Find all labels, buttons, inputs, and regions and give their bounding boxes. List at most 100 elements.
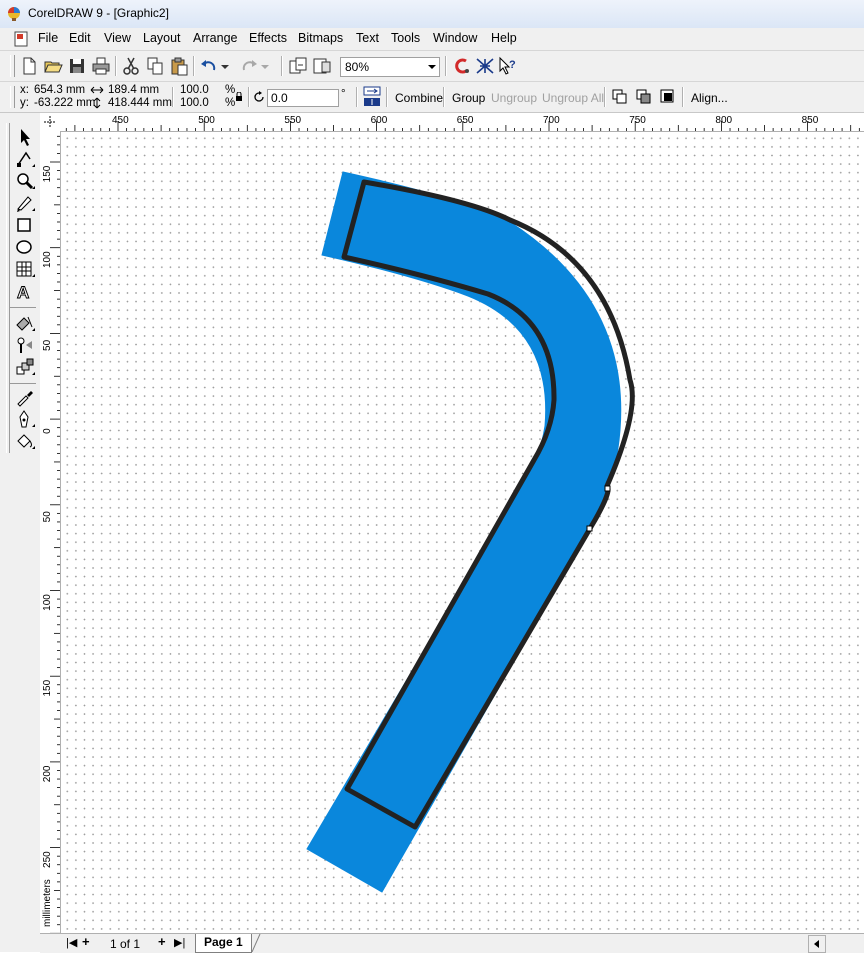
horizontal-ruler[interactable]: 450 500 550 600 650 700 750 800 850 bbox=[60, 113, 864, 132]
vertical-ruler[interactable]: 150 100 50 0 50 100 150 200 250 millimeters bbox=[40, 131, 61, 934]
toolbar-grip[interactable] bbox=[10, 86, 15, 108]
align-button[interactable]: Align... bbox=[691, 91, 728, 105]
ruler-label: 550 bbox=[284, 115, 301, 126]
chevron-left-icon bbox=[814, 940, 819, 948]
object-width-value[interactable]: 189.4 mm bbox=[108, 84, 159, 96]
interactive-blend-tool-icon[interactable] bbox=[14, 335, 36, 355]
rotation-angle-input[interactable]: 0.0 bbox=[267, 89, 339, 107]
application-launcher-icon[interactable] bbox=[451, 56, 471, 76]
menu-file[interactable]: File bbox=[38, 31, 58, 45]
menu-tools[interactable]: Tools bbox=[391, 31, 420, 45]
ruler-units-label: millimeters bbox=[42, 879, 53, 927]
freehand-tool-icon[interactable] bbox=[14, 193, 36, 213]
undo-icon[interactable] bbox=[199, 56, 219, 76]
new-icon[interactable] bbox=[19, 56, 39, 76]
last-page-button[interactable]: ▶| bbox=[174, 936, 185, 949]
pick-tool-icon[interactable] bbox=[14, 127, 36, 147]
node-handle[interactable] bbox=[604, 485, 611, 492]
toolbox-grip[interactable] bbox=[6, 123, 10, 453]
menu-view[interactable]: View bbox=[104, 31, 131, 45]
first-page-button[interactable]: |◀ bbox=[66, 936, 77, 949]
weld-icon[interactable] bbox=[610, 87, 630, 107]
menu-help[interactable]: Help bbox=[491, 31, 517, 45]
export-icon[interactable] bbox=[312, 56, 332, 76]
menu-bitmaps[interactable]: Bitmaps bbox=[298, 31, 343, 45]
scale-y-value[interactable]: 100.0 bbox=[180, 97, 209, 109]
paste-icon[interactable] bbox=[169, 56, 189, 76]
ruler-label: 200 bbox=[42, 765, 53, 782]
coreldraw-balloon-icon bbox=[8, 7, 20, 21]
combine-button[interactable]: Combine bbox=[395, 91, 443, 105]
redo-icon[interactable] bbox=[239, 56, 259, 76]
eyedropper-tool-icon[interactable] bbox=[14, 387, 36, 407]
y-position-value[interactable]: -63.222 mm bbox=[34, 97, 95, 109]
y-position-label: y: bbox=[20, 97, 29, 109]
ruler-label: 50 bbox=[42, 511, 53, 523]
ruler-label: 700 bbox=[543, 115, 560, 126]
x-position-value[interactable]: 654.3 mm bbox=[34, 84, 85, 96]
lock-ratio-icon[interactable] bbox=[235, 92, 243, 102]
undo-dropdown-icon[interactable] bbox=[219, 56, 231, 76]
toolbar-grip[interactable] bbox=[10, 55, 15, 77]
toolbar-separator bbox=[248, 87, 250, 107]
ungroup-button[interactable]: Ungroup bbox=[491, 91, 537, 105]
fill-tool-icon[interactable] bbox=[14, 431, 36, 451]
interactive-fill-tool-icon[interactable] bbox=[14, 313, 36, 333]
zoom-level-select[interactable]: 80% bbox=[340, 57, 440, 77]
x-position-label: x: bbox=[20, 84, 29, 96]
menu-window[interactable]: Window bbox=[433, 31, 477, 45]
add-page-before-button[interactable]: + bbox=[82, 934, 90, 949]
toolbar-separator bbox=[115, 56, 117, 76]
ruler-label: 150 bbox=[42, 165, 53, 182]
node-handle[interactable] bbox=[586, 525, 593, 532]
drawing-artwork bbox=[306, 171, 635, 893]
ruler-origin[interactable] bbox=[40, 113, 61, 132]
menu-arrange[interactable]: Arrange bbox=[193, 31, 237, 45]
intersect-icon[interactable] bbox=[658, 87, 678, 107]
mirror-icon[interactable] bbox=[363, 86, 381, 108]
save-icon[interactable] bbox=[67, 56, 87, 76]
menu-text[interactable]: Text bbox=[356, 31, 379, 45]
graph-paper-tool-icon[interactable] bbox=[14, 259, 36, 279]
outline-tool-icon[interactable] bbox=[14, 409, 36, 429]
zoom-tool-icon[interactable] bbox=[14, 171, 36, 191]
scroll-left-button[interactable] bbox=[808, 935, 826, 953]
blue-curved-shape[interactable] bbox=[306, 171, 622, 893]
ungroup-all-button[interactable]: Ungroup All bbox=[542, 91, 604, 105]
page-tab[interactable]: Page 1 bbox=[195, 934, 252, 953]
shape-tool-icon[interactable] bbox=[14, 149, 36, 169]
corel-online-icon[interactable] bbox=[475, 56, 495, 76]
drawing-canvas[interactable] bbox=[61, 132, 864, 934]
text-tool-icon[interactable]: A bbox=[14, 281, 36, 302]
import-icon[interactable] bbox=[288, 56, 308, 76]
menu-bar: File Edit View Layout Arrange Effects Bi… bbox=[0, 28, 864, 51]
redo-dropdown-icon[interactable] bbox=[259, 56, 271, 76]
svg-text:A: A bbox=[17, 283, 29, 301]
interactive-transparency-tool-icon[interactable] bbox=[14, 357, 36, 377]
ruler-label: 600 bbox=[371, 115, 388, 126]
menu-effects[interactable]: Effects bbox=[249, 31, 287, 45]
menu-layout[interactable]: Layout bbox=[143, 31, 181, 45]
print-icon[interactable] bbox=[91, 56, 111, 76]
ellipse-tool-icon[interactable] bbox=[14, 237, 36, 257]
trim-icon[interactable] bbox=[634, 87, 654, 107]
copy-icon[interactable] bbox=[145, 56, 165, 76]
toolbar-separator bbox=[445, 56, 447, 76]
object-height-value[interactable]: 418.444 mm bbox=[108, 97, 172, 109]
vertical-ruler-ticks: 150 100 50 0 50 100 150 200 250 bbox=[42, 135, 60, 934]
rectangle-tool-icon[interactable] bbox=[14, 215, 36, 235]
property-bar: x: 654.3 mm y: -63.222 mm 189.4 mm 418.4… bbox=[0, 82, 864, 113]
group-button[interactable]: Group bbox=[452, 91, 485, 105]
document-icon[interactable] bbox=[14, 31, 28, 47]
ruler-label: 800 bbox=[715, 115, 732, 126]
toolbar-separator bbox=[172, 87, 174, 107]
chevron-down-icon[interactable] bbox=[425, 58, 439, 76]
whats-this-icon[interactable]: ? bbox=[497, 56, 517, 76]
add-page-after-button[interactable]: + bbox=[158, 934, 166, 949]
zoom-level-value: 80% bbox=[345, 60, 370, 74]
scale-x-value[interactable]: 100.0 bbox=[180, 84, 209, 96]
open-icon[interactable] bbox=[43, 56, 63, 76]
cut-icon[interactable] bbox=[121, 56, 141, 76]
title-bar: CorelDRAW 9 - [Graphic2] bbox=[0, 0, 864, 29]
menu-edit[interactable]: Edit bbox=[69, 31, 91, 45]
